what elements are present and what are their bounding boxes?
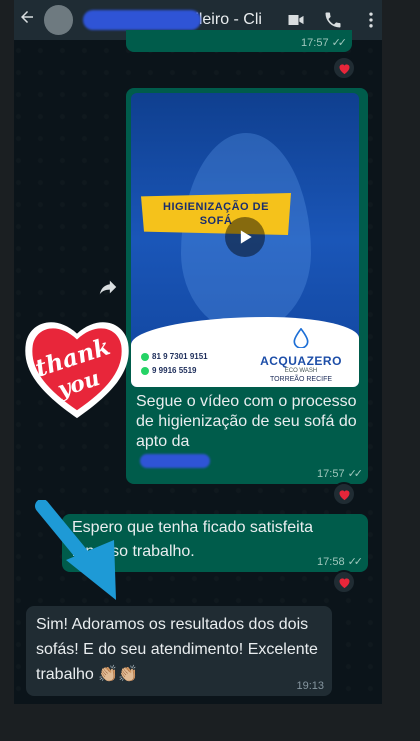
reaction-heart[interactable] [332,482,356,506]
whatsapp-icon [141,366,149,375]
annotation-arrow-icon [35,500,116,600]
redaction-blur [83,10,202,30]
brand-drop-icon [293,327,309,349]
video-thumbnail[interactable]: HIGIENIZAÇÃO DE SOFÁ 81 9 7301 9151 9 99… [131,93,359,387]
message-time: 17:57 ✓✓ [317,467,363,481]
message-time: 17:58 ✓✓ [317,555,363,569]
brand-name: ACQUAZERO [260,354,342,368]
video-call-icon[interactable] [285,9,307,31]
brand-logo-block: ACQUAZERO ECO WASH TORREÃO RECIFE [251,327,351,383]
thank-you-sticker[interactable]: thank you [18,308,136,426]
contact-name[interactable]: ileiro - Cli [83,8,269,32]
video-message-bubble[interactable]: HIGIENIZAÇÃO DE SOFÁ 81 9 7301 9151 9 99… [126,88,368,484]
video-phone-2: 9 9916 5519 [141,366,197,375]
heart-icon [339,63,349,74]
more-vert-icon[interactable] [360,9,382,31]
message-text: Sim! Adoramos os resultados dos dois sof… [36,616,318,683]
brand-city: TORREÃO RECIFE [269,376,333,383]
whatsapp-icon [141,352,149,361]
message-bubble-incoming[interactable]: Sim! Adoramos os resultados dos dois sof… [26,606,332,696]
video-phone-1: 81 9 7301 9151 [141,352,208,361]
play-button[interactable] [225,217,265,257]
heart-icon [339,489,349,500]
forward-icon[interactable] [97,276,119,298]
play-icon [240,230,252,244]
phone-icon[interactable] [323,9,345,31]
chat-screen: ileiro - Cli 17:57 ✓✓ HIGIENIZAÇÃO DE SOF… [14,0,382,704]
reaction-heart[interactable] [332,56,356,80]
brand-tagline: ECO WASH [284,368,318,374]
video-caption: Segue o vídeo com o processo de higieniz… [136,393,357,450]
reaction-heart[interactable] [332,570,356,594]
message-time: 19:13 [296,680,324,692]
video-title-banner: HIGIENIZAÇÃO DE SOFÁ [141,193,291,235]
redaction-blur [140,454,210,468]
contact-avatar[interactable] [43,5,74,35]
message-time: 17:57 ✓✓ [301,36,347,50]
message-bubble-previous[interactable]: 17:57 ✓✓ [126,30,352,52]
heart-icon [339,577,349,588]
video-title-line1: HIGIENIZAÇÃO DE [163,201,269,213]
back-arrow-icon[interactable] [18,8,42,32]
